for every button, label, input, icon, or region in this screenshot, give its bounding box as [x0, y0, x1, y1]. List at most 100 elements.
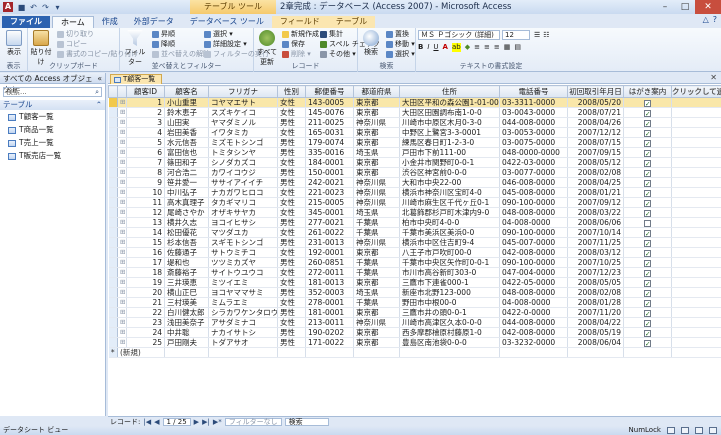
table-cell[interactable]: 東京都 — [353, 337, 400, 348]
table-cell[interactable]: 豊島区南池袋0-0-0 — [399, 337, 500, 348]
checkbox[interactable]: ✓ — [644, 119, 651, 127]
table-cell[interactable]: 東京都 — [353, 327, 400, 338]
table-cell[interactable]: シノダカズコ — [208, 157, 278, 168]
table-cell[interactable]: 尾崎さやか — [164, 207, 209, 218]
table-cell[interactable]: 戸田市下前111-00 — [399, 147, 500, 158]
table-cell[interactable]: 新座市北野123-000 — [399, 287, 500, 298]
table-cell[interactable]: 2008/05/19 — [567, 327, 624, 338]
row-selector[interactable] — [108, 157, 118, 168]
table-cell[interactable]: 柏市中央町4-0-0 — [399, 217, 500, 228]
gridlines-icon[interactable]: ▦ — [504, 43, 511, 52]
table-cell[interactable]: 女性 — [277, 227, 306, 238]
table-cell[interactable] — [499, 347, 568, 358]
table-cell[interactable]: ヤマダミノル — [208, 117, 278, 128]
add-field-cell[interactable] — [671, 157, 721, 168]
table-cell[interactable]: 東京都 — [353, 277, 400, 288]
table-cell[interactable]: 345-0001 — [305, 207, 354, 218]
postcard-checkbox-cell[interactable]: ✓ — [623, 247, 672, 258]
add-field-cell[interactable] — [671, 247, 721, 258]
table-cell[interactable]: 女性 — [277, 107, 306, 118]
table-cell[interactable]: 179-0074 — [305, 137, 354, 148]
postcard-checkbox-cell[interactable]: ✓ — [623, 187, 672, 198]
table-cell[interactable]: 2008/06/04 — [567, 337, 624, 348]
expand-subdatasheet-icon[interactable]: ⊞ — [117, 247, 127, 258]
table-cell[interactable]: 2007/10/14 — [567, 227, 624, 238]
add-field-cell[interactable] — [671, 297, 721, 308]
table-cell[interactable]: 川崎市高津区久本0-0-0 — [399, 317, 500, 328]
sort-desc-button[interactable]: 降順 — [152, 40, 175, 49]
table-cell[interactable]: シラカワケンタロウ — [208, 307, 278, 318]
table-cell[interactable] — [671, 347, 721, 358]
totals-button[interactable]: 集計 — [320, 30, 343, 39]
delete-record-button[interactable]: 削除 ▾ — [282, 50, 311, 59]
nav-search-input[interactable]: 検索... ⌕ — [3, 87, 102, 97]
new-row-selector[interactable]: * — [108, 347, 118, 358]
postcard-checkbox-cell[interactable]: ✓ — [623, 97, 672, 108]
table-cell[interactable]: 神奈川県 — [353, 117, 400, 128]
table-cell[interactable]: 野田市中根00-0 — [399, 297, 500, 308]
table-cell[interactable]: 東京都 — [353, 307, 400, 318]
table-cell[interactable]: 中野区上鷺宮3-3-0001 — [399, 127, 500, 138]
table-row[interactable]: ⊞ 4 岩田美香 イワタミカ 女性 165-0031 東京都 中野区上鷺宮3-3-0001 03… — [108, 127, 721, 138]
checkbox[interactable]: ✓ — [644, 319, 651, 327]
table-cell[interactable]: 13 — [126, 217, 165, 228]
checkbox[interactable]: ✓ — [644, 329, 651, 337]
postcard-checkbox-cell[interactable]: ✓ — [623, 197, 672, 208]
table-cell[interactable]: 男性 — [277, 167, 306, 178]
table-cell[interactable]: 04-008-0000 — [499, 297, 568, 308]
row-selector[interactable] — [108, 327, 118, 338]
table-cell[interactable]: 松田優花 — [164, 227, 209, 238]
row-selector[interactable] — [108, 257, 118, 268]
table-cell[interactable]: マツダユカ — [208, 227, 278, 238]
expand-subdatasheet-icon[interactable]: ⊞ — [117, 257, 127, 268]
column-header[interactable]: 都道府県 — [353, 85, 400, 98]
row-selector[interactable] — [108, 147, 118, 158]
table-cell[interactable]: 男性 — [277, 327, 306, 338]
table-cell[interactable]: 20 — [126, 287, 165, 298]
table-cell[interactable]: 03-3232-0000 — [499, 337, 568, 348]
new-record-button[interactable]: 新規作成 — [282, 30, 319, 39]
table-cell[interactable]: コヤマエサト — [208, 97, 278, 108]
expand-subdatasheet-icon[interactable]: ⊞ — [117, 127, 127, 138]
table-cell[interactable]: 6 — [126, 147, 165, 158]
table-cell[interactable] — [305, 347, 354, 358]
row-selector[interactable] — [108, 217, 118, 228]
table-cell[interactable]: 女性 — [277, 127, 306, 138]
tab-table[interactable]: テーブル — [327, 16, 376, 28]
table-cell[interactable]: 242-0021 — [305, 177, 354, 188]
row-selector[interactable] — [108, 307, 118, 318]
expand-subdatasheet-icon[interactable]: ⊞ — [117, 307, 127, 318]
table-cell[interactable]: イワタミカ — [208, 127, 278, 138]
table-cell[interactable]: ナカガワヒロコ — [208, 187, 278, 198]
table-cell[interactable]: 9 — [126, 177, 165, 188]
row-selector[interactable] — [108, 297, 118, 308]
expand-subdatasheet-icon[interactable]: ⊞ — [117, 167, 127, 178]
save-record-button[interactable]: 保存 — [282, 40, 305, 49]
table-cell[interactable]: 女性 — [277, 317, 306, 328]
table-cell[interactable]: 090-100-0000 — [499, 227, 568, 238]
italic-button[interactable]: I — [427, 43, 429, 52]
table-cell[interactable]: 12 — [126, 207, 165, 218]
postcard-checkbox-cell[interactable]: ✓ — [623, 317, 672, 328]
table-cell[interactable]: 335-0016 — [305, 147, 354, 158]
pivot-chart-view-icon[interactable] — [695, 427, 703, 434]
table-cell[interactable]: 市川市高谷新町303-0 — [399, 267, 500, 278]
table-cell[interactable]: 261-0022 — [305, 227, 354, 238]
table-cell[interactable]: 0422-0-0000 — [499, 307, 568, 318]
checkbox[interactable]: ✓ — [644, 109, 651, 117]
checkbox[interactable]: ✓ — [644, 259, 651, 267]
undo-icon[interactable]: ↶ — [29, 3, 38, 12]
table-cell[interactable]: トダアサオ — [208, 337, 278, 348]
add-field-cell[interactable] — [671, 187, 721, 198]
table-cell[interactable]: 埼玉県 — [353, 207, 400, 218]
table-cell[interactable]: 045-007-0000 — [499, 237, 568, 248]
postcard-checkbox-cell[interactable]: ✓ — [623, 167, 672, 178]
row-selector[interactable] — [108, 267, 118, 278]
column-header[interactable]: フリガナ — [208, 85, 278, 98]
align-left-icon[interactable]: ≡ — [474, 43, 480, 52]
column-header[interactable]: 住所 — [399, 85, 500, 98]
expand-subdatasheet-icon[interactable]: ⊞ — [117, 137, 127, 148]
expand-subdatasheet-icon[interactable]: ⊞ — [117, 157, 127, 168]
row-selector[interactable] — [108, 277, 118, 288]
table-row[interactable]: ⊞ 16 佐藤通子 サトウミチコ 女性 192-0001 東京都 八王子市戸吹町00-0 042… — [108, 247, 721, 258]
